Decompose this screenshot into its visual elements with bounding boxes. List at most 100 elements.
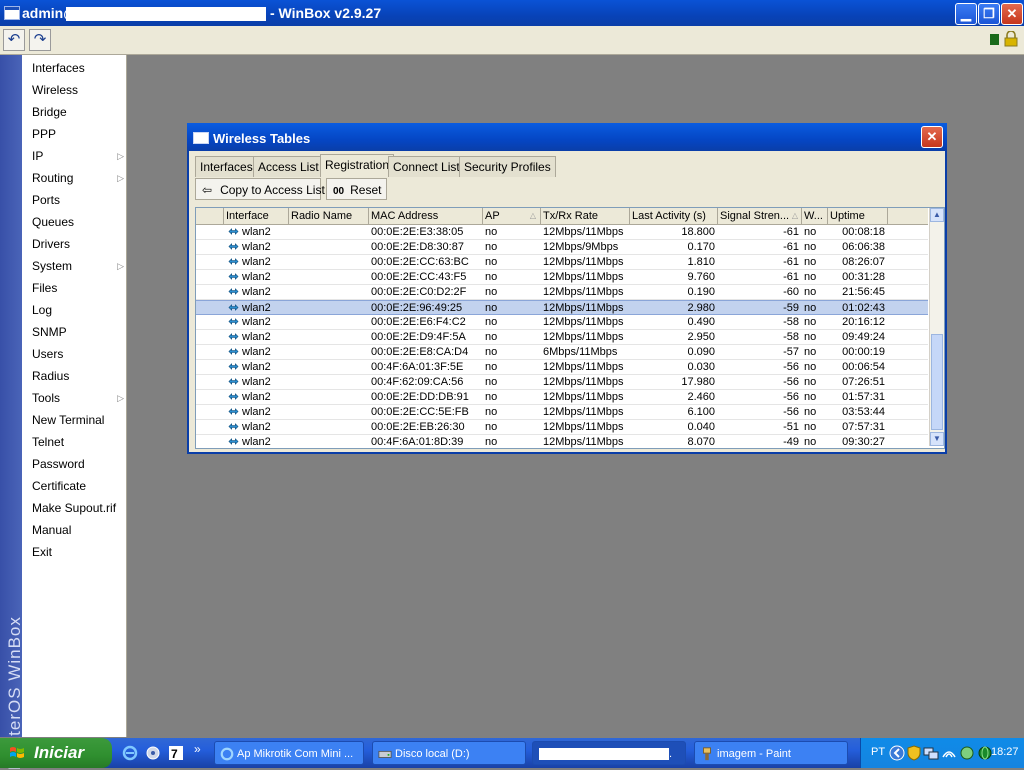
dialog-close-button[interactable]: ✕ [921, 126, 943, 148]
menu-item-new-terminal[interactable]: New Terminal [32, 410, 122, 430]
winbox-title-bar[interactable]: admin@ - WinBox v2.9.27 ▁ ❐ ✕ [0, 0, 1024, 26]
menu-label: PPP [32, 127, 57, 141]
copy-to-access-list-button[interactable]: ⇦ Copy to Access List [195, 178, 325, 200]
col-header-radio-name[interactable]: Radio Name [289, 208, 369, 224]
vertical-scrollbar[interactable]: ▲ ▼ [929, 208, 944, 446]
cell-rate: 12Mbps/11Mbps [543, 302, 624, 314]
menu-item-snmp[interactable]: SNMP [32, 322, 122, 342]
cell-iface: wlan2 [242, 346, 271, 358]
col-header-interface[interactable]: Interface [224, 208, 289, 224]
cell-last: 0.030 [687, 361, 715, 373]
table-row[interactable]: wlan2 00:0E:2E:96:49:25 no 12Mbps/11Mbps 2.9… [196, 300, 928, 315]
tab-interfaces[interactable]: Interfaces [195, 156, 258, 177]
table-row[interactable]: wlan2 00:0E:2E:C0:D2:2F no 12Mbps/11Mbps 0.1… [196, 285, 928, 300]
quicklaunch-overflow-icon[interactable]: » [194, 742, 201, 756]
ie-icon[interactable] [122, 745, 138, 761]
tray-collapse-icon[interactable] [889, 745, 905, 761]
col-header-flag[interactable] [196, 208, 224, 224]
utility-icon[interactable] [959, 745, 975, 761]
menu-item-radius[interactable]: Radius [32, 366, 122, 386]
system-tray: PT 18:27 [860, 738, 1024, 768]
7zip-icon[interactable]: 7 [168, 745, 184, 761]
cell-w: no [804, 271, 817, 283]
menu-label: Certificate [32, 479, 87, 493]
menu-item-manual[interactable]: Manual [32, 520, 122, 540]
tab-access-list[interactable]: Access List [253, 156, 324, 177]
task-paint[interactable]: imagem - Paint [694, 741, 848, 765]
tab-registration[interactable]: Registration [320, 154, 395, 177]
cell-mac: 00:4F:6A:01:8D:39 [371, 436, 464, 448]
menu-item-tools[interactable]: Tools ▷ [32, 388, 124, 408]
network-icon[interactable] [923, 745, 939, 761]
cell-rate: 6Mbps/11Mbps [543, 346, 618, 358]
winbox-app-icon [4, 6, 20, 20]
menu-item-make-supout[interactable]: Make Supout.rif [32, 498, 122, 518]
task-disco-local[interactable]: Disco local (D:) [372, 741, 526, 765]
system-clock[interactable]: 18:27 [991, 746, 1019, 758]
media-icon[interactable] [145, 745, 161, 761]
menu-item-ports[interactable]: Ports [32, 190, 122, 210]
undo-button[interactable]: ↶ [3, 29, 25, 51]
menu-item-drivers[interactable]: Drivers [32, 234, 122, 254]
col-header-uptime[interactable]: Uptime [828, 208, 888, 224]
col-header-mac-address[interactable]: MAC Address [369, 208, 483, 224]
table-row[interactable]: wlan2 00:0E:2E:CC:5E:FB no 12Mbps/11Mbps 6.1… [196, 405, 928, 420]
cell-uptime: 08:26:07 [842, 256, 885, 268]
menu-item-password[interactable]: Password [32, 454, 122, 474]
scroll-up-icon[interactable]: ▲ [930, 208, 944, 222]
table-row[interactable]: wlan2 00:4F:6A:01:8D:39 no 12Mbps/11Mbps 8.0… [196, 435, 928, 448]
ie-icon [220, 747, 234, 761]
reset-button[interactable]: 00 Reset [326, 178, 387, 200]
wireless-interface-icon [228, 304, 239, 311]
tab-connect-list[interactable]: Connect List [388, 156, 465, 177]
menu-item-certificate[interactable]: Certificate [32, 476, 122, 496]
redo-button[interactable]: ↷ [29, 29, 51, 51]
menu-item-exit[interactable]: Exit [32, 542, 122, 562]
wireless-signal-icon[interactable] [941, 745, 957, 761]
start-button[interactable]: Iniciar [0, 738, 112, 768]
table-row[interactable]: wlan2 00:0E:2E:EB:26:30 no 12Mbps/11Mbps 0.0… [196, 420, 928, 435]
menu-item-routing[interactable]: Routing ▷ [32, 168, 124, 188]
menu-label: Ports [32, 193, 61, 207]
security-shield-icon[interactable] [907, 745, 921, 761]
minimize-button[interactable]: ▁ [955, 3, 977, 25]
menu-item-ppp[interactable]: PPP [32, 124, 122, 144]
col-header-signal-strength[interactable]: Signal Stren... △ [718, 208, 802, 224]
col-header-last-activity[interactable]: Last Activity (s) [630, 208, 718, 224]
table-row[interactable]: wlan2 00:0E:2E:D9:4F:5A no 12Mbps/11Mbps 2.9… [196, 330, 928, 345]
table-row[interactable]: wlan2 00:0E:2E:CC:43:F5 no 12Mbps/11Mbps 9.7… [196, 270, 928, 285]
menu-item-telnet[interactable]: Telnet [32, 432, 122, 452]
col-header-wds[interactable]: W... [802, 208, 828, 224]
menu-item-files[interactable]: Files [32, 278, 122, 298]
tab-security-profiles[interactable]: Security Profiles [459, 156, 556, 177]
task-ap-mikrotik[interactable]: Ap Mikrotik Com Mini ... [214, 741, 364, 765]
table-row[interactable]: wlan2 00:0E:2E:E8:CA:D4 no 6Mbps/11Mbps 0.09… [196, 345, 928, 360]
dialog-title-bar[interactable]: Wireless Tables ✕ [187, 123, 947, 151]
menu-item-log[interactable]: Log [32, 300, 122, 320]
menu-item-queues[interactable]: Queues [32, 212, 122, 232]
cell-signal: -59 [783, 302, 799, 314]
task-redacted[interactable]: . [532, 741, 686, 765]
col-header-tx-rx-rate[interactable]: Tx/Rx Rate [541, 208, 630, 224]
maximize-button[interactable]: ❐ [978, 3, 1000, 25]
menu-item-bridge[interactable]: Bridge [32, 102, 122, 122]
menu-item-interfaces[interactable]: Interfaces [32, 58, 122, 78]
menu-item-system[interactable]: System ▷ [32, 256, 124, 276]
scroll-down-icon[interactable]: ▼ [930, 432, 944, 446]
col-header-ap[interactable]: AP △ [483, 208, 541, 224]
table-row[interactable]: wlan2 00:0E:2E:E6:F4:C2 no 12Mbps/11Mbps 0.4… [196, 315, 928, 330]
table-row[interactable]: wlan2 00:4F:62:09:CA:56 no 12Mbps/11Mbps 17.… [196, 375, 928, 390]
menu-item-ip[interactable]: IP ▷ [32, 146, 124, 166]
scroll-thumb[interactable] [931, 334, 943, 430]
table-row[interactable]: wlan2 00:0E:2E:CC:63:BC no 12Mbps/11Mbps 1.8… [196, 255, 928, 270]
table-row[interactable]: wlan2 00:0E:2E:E3:38:05 no 12Mbps/11Mbps 18.… [196, 225, 928, 240]
wireless-tables-dialog: Wireless Tables ✕ Interfaces Access List… [187, 123, 947, 454]
table-row[interactable]: wlan2 00:4F:6A:01:3F:5E no 12Mbps/11Mbps 0.0… [196, 360, 928, 375]
menu-item-wireless[interactable]: Wireless [32, 80, 122, 100]
menu-item-users[interactable]: Users [32, 344, 122, 364]
language-indicator[interactable]: PT [871, 746, 885, 758]
table-row[interactable]: wlan2 00:0E:2E:D8:30:87 no 12Mbps/9Mbps 0.17… [196, 240, 928, 255]
table-row[interactable]: wlan2 00:0E:2E:DD:DB:91 no 12Mbps/11Mbps 2.4… [196, 390, 928, 405]
cell-signal: -56 [783, 406, 799, 418]
close-button[interactable]: ✕ [1001, 3, 1023, 25]
